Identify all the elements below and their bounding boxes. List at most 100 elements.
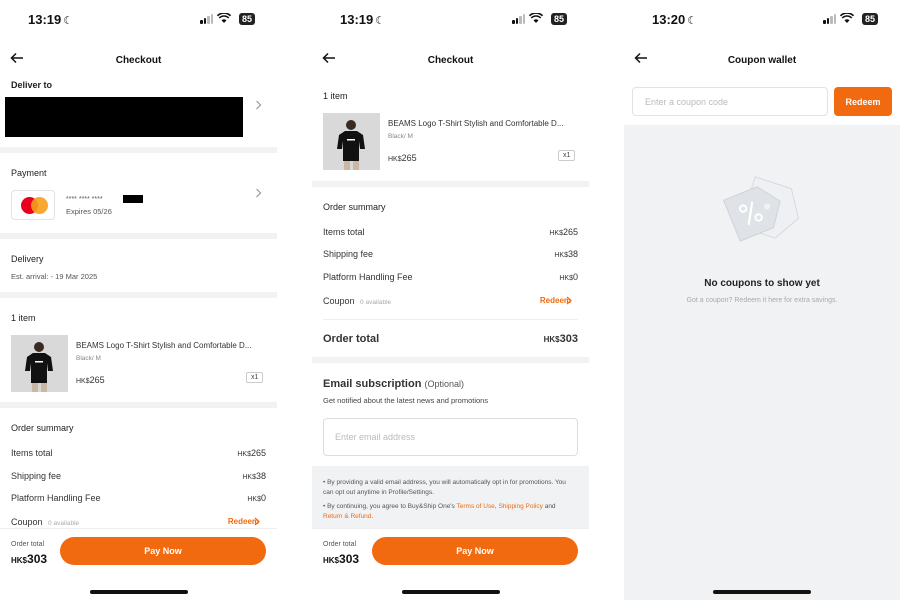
- status-time: 13:19: [28, 12, 62, 27]
- status-time: 13:19: [340, 12, 374, 27]
- checkout-footer: Order total HK$303 Pay Now: [0, 528, 277, 600]
- delivery-estimate: Est. arrival: - 19 Mar 2025: [11, 272, 98, 281]
- card-expiry: Expires 05/26: [66, 207, 112, 216]
- product-variant: Black/ M: [388, 133, 413, 140]
- handling-fee-label: Platform Handling Fee: [323, 272, 413, 282]
- footer-currency: HK$: [11, 556, 28, 565]
- quantity-badge: x1: [246, 372, 264, 383]
- items-total-label: Items total: [11, 448, 53, 458]
- email-field[interactable]: [323, 418, 578, 456]
- order-summary-title: Order summary: [323, 202, 386, 212]
- pay-now-button[interactable]: Pay Now: [60, 537, 266, 565]
- delivery-label: Delivery: [11, 254, 44, 264]
- nav-bar: Checkout: [0, 48, 277, 74]
- home-indicator[interactable]: [713, 590, 811, 594]
- battery-icon: 85: [238, 13, 255, 25]
- terms-of-use-link[interactable]: Terms of Use: [457, 503, 495, 510]
- nav-bar: Checkout: [312, 48, 589, 74]
- checkout-footer: Order total HK$303 Pay Now: [312, 528, 589, 600]
- items-total-currency: HK$: [237, 451, 251, 458]
- battery-icon: 85: [550, 13, 567, 25]
- redeem-button[interactable]: Redeem: [834, 87, 892, 116]
- empty-state-subtitle: Got a coupon? Redeem it here for extra s…: [686, 297, 838, 304]
- section-divider: [0, 402, 277, 408]
- wifi-icon: [840, 13, 854, 23]
- coupon-available: 0 available: [48, 520, 80, 527]
- footer-total-value: 303: [339, 552, 360, 566]
- coupon-code-input[interactable]: [632, 87, 828, 116]
- home-indicator[interactable]: [89, 590, 188, 594]
- home-indicator[interactable]: [401, 590, 500, 594]
- email-subscription-subtitle: Get notified about the latest news and p…: [323, 396, 489, 405]
- section-divider: [312, 357, 589, 363]
- pay-now-button[interactable]: Pay Now: [372, 537, 578, 565]
- order-total-value: 303: [559, 333, 578, 345]
- product-price: 265: [401, 153, 417, 163]
- status-bar: 13:19 ☾ 85: [312, 0, 589, 40]
- status-time: 13:20: [652, 12, 686, 27]
- product-price: 265: [89, 375, 105, 385]
- notice-terms-prefix: By continuing, you agree to Buy&Ship One…: [327, 503, 455, 510]
- items-count-label: 1 item: [323, 91, 348, 101]
- items-total-label: Items total: [323, 227, 365, 237]
- order-total-currency: HK$: [543, 335, 560, 344]
- product-variant: Black/ M: [76, 355, 101, 362]
- footer-currency: HK$: [323, 556, 340, 565]
- product-currency: HK$: [76, 378, 90, 385]
- product-thumbnail[interactable]: [11, 335, 68, 392]
- handling-fee-value: 0: [260, 493, 266, 503]
- items-total-currency: HK$: [549, 230, 563, 237]
- email-notice: • By providing a valid email address, yo…: [312, 466, 589, 532]
- moon-icon: ☾: [63, 15, 74, 27]
- coupon-wallet-screen: 13:20☾ 85 Coupon wallet Redeem No coupon…: [624, 0, 900, 600]
- order-total-label: Order total: [323, 333, 380, 345]
- product-name[interactable]: BEAMS Logo T-Shirt Stylish and Comfortab…: [76, 341, 251, 350]
- product-name[interactable]: BEAMS Logo T-Shirt Stylish and Comfortab…: [388, 119, 563, 128]
- card-number: **** **** ****: [66, 196, 103, 203]
- handling-fee-label: Platform Handling Fee: [11, 493, 101, 503]
- status-bar: 13:20 ☾ 85: [624, 0, 900, 40]
- nav-bar: Coupon wallet: [624, 48, 900, 74]
- shipping-fee-value: 38: [255, 471, 266, 481]
- payment-label: Payment: [11, 168, 47, 178]
- items-count-label: 1 item: [11, 313, 36, 323]
- section-divider: [312, 181, 589, 187]
- product-thumbnail[interactable]: [323, 113, 380, 170]
- deliver-to-label: Deliver to: [11, 80, 53, 90]
- status-bar: 13:19 ☾ 85: [0, 0, 277, 40]
- notice-and: and: [544, 503, 556, 510]
- coupon-label: Coupon: [323, 296, 355, 306]
- shipping-fee-currency: HK$: [554, 252, 568, 259]
- section-divider: [0, 292, 277, 298]
- shipping-fee-currency: HK$: [242, 474, 256, 481]
- shipping-policy-link[interactable]: Shipping Policy: [498, 503, 542, 510]
- chevron-right-icon[interactable]: [255, 100, 262, 110]
- handling-fee-value: 0: [572, 272, 578, 282]
- return-refund-link[interactable]: Return & Refund: [323, 513, 371, 520]
- chevron-right-icon[interactable]: [254, 517, 260, 526]
- chevron-right-icon[interactable]: [566, 296, 572, 305]
- signal-icon: [512, 14, 525, 24]
- notice-opt-in: By providing a valid email address, you …: [323, 479, 566, 496]
- quantity-badge: x1: [558, 150, 576, 161]
- empty-state-title: No coupons to show yet: [704, 278, 820, 289]
- coupon-label: Coupon: [11, 517, 43, 527]
- battery-icon: 85: [861, 13, 878, 25]
- footer-order-total-label: Order total: [11, 541, 45, 548]
- section-divider: [0, 233, 277, 239]
- divider-line: [323, 319, 578, 320]
- redacted-card-digits: [123, 195, 143, 203]
- order-summary-title: Order summary: [11, 423, 74, 433]
- footer-total-value: 303: [27, 552, 48, 566]
- shipping-fee-label: Shipping fee: [11, 471, 62, 481]
- coupon-tag-icon: [723, 176, 800, 242]
- chevron-right-icon[interactable]: [255, 188, 262, 198]
- checkout-screen-top: 13:19 ☾ 85 Checkout Deliver to Payment **…: [0, 0, 277, 600]
- page-title: Checkout: [115, 55, 162, 66]
- checkout-screen-scrolled: 13:19 ☾ 85 Checkout 1 item BEAMS Logo T-S…: [312, 0, 589, 600]
- moon-icon: ☾: [687, 15, 698, 27]
- items-total-value: 265: [250, 448, 266, 458]
- redacted-address[interactable]: [5, 97, 243, 137]
- handling-fee-currency: HK$: [247, 496, 261, 503]
- product-currency: HK$: [388, 156, 402, 163]
